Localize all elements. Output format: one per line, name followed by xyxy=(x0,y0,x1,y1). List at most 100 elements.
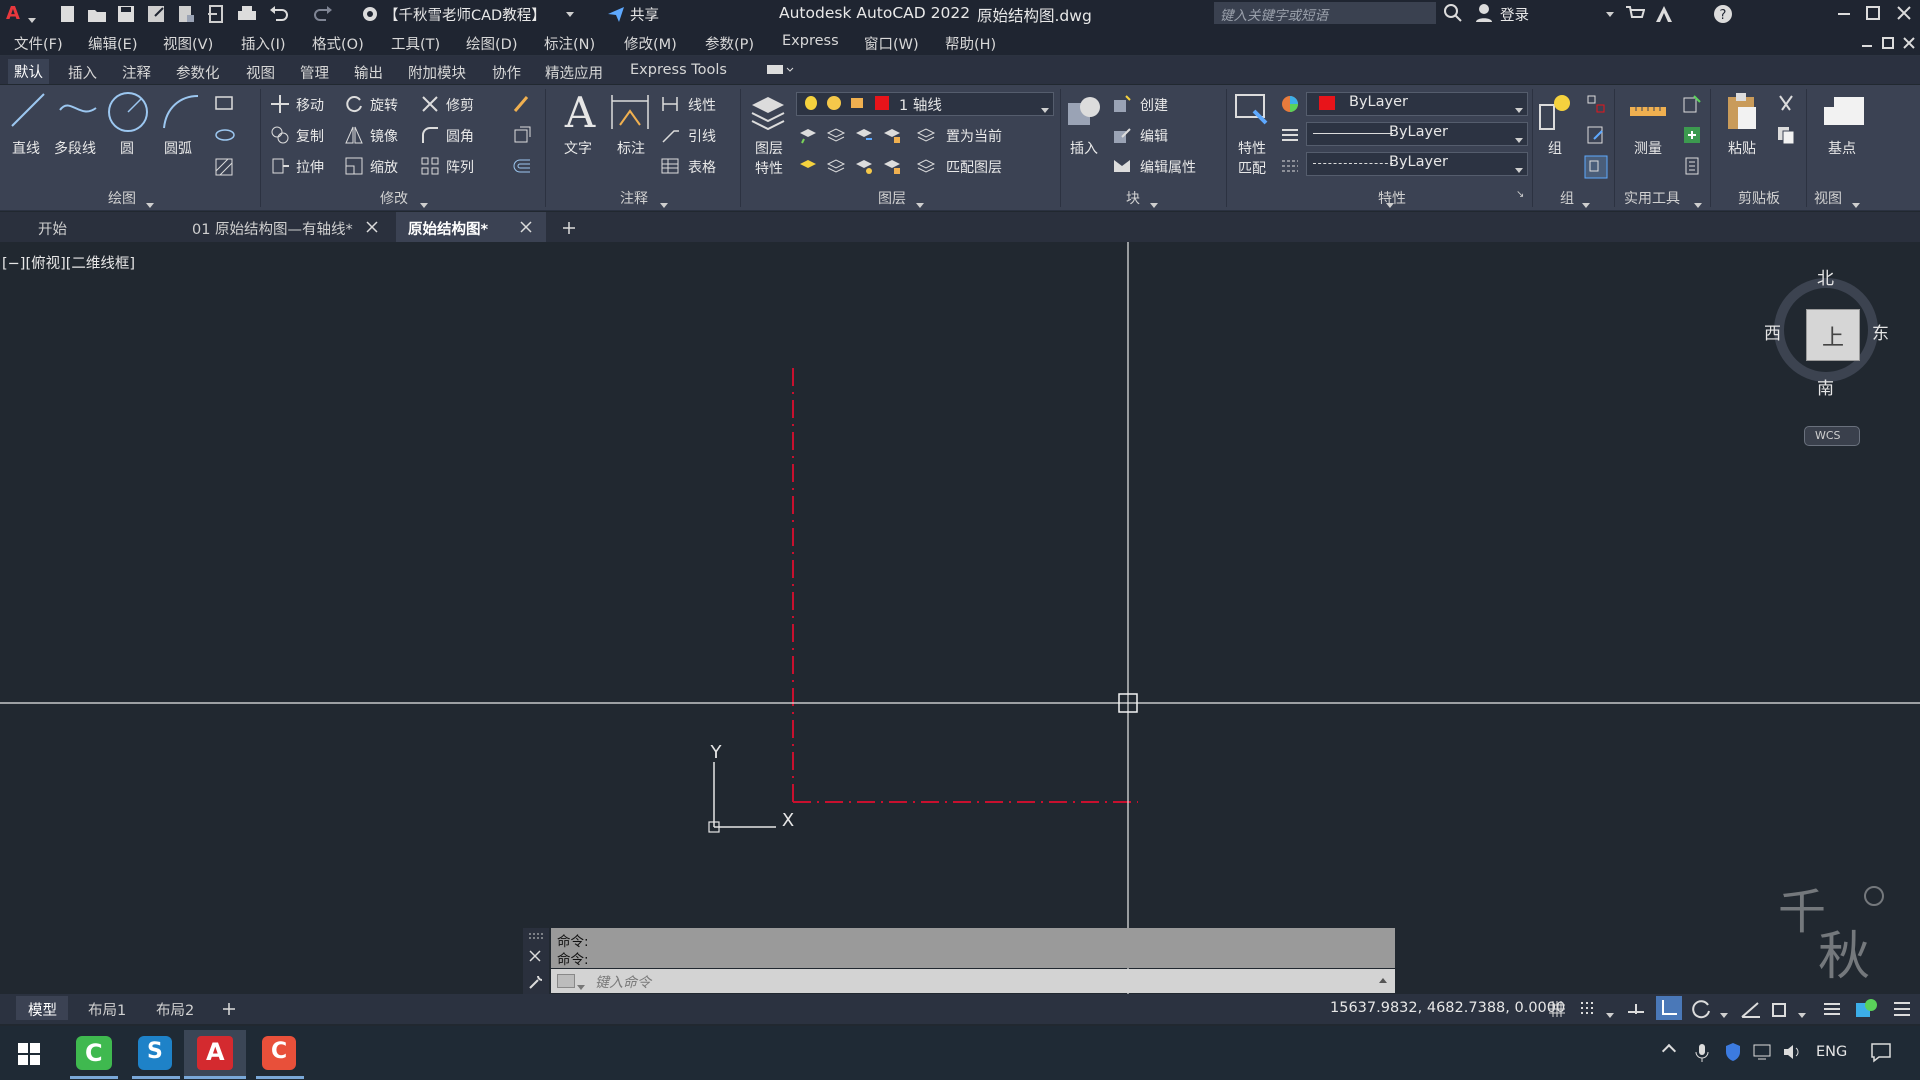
insert-button[interactable]: 插入 xyxy=(1070,138,1098,158)
doc-close-icon[interactable] xyxy=(1902,36,1916,50)
publish-icon[interactable] xyxy=(176,4,196,24)
ribbon-tab-featured-apps[interactable]: 精选应用 xyxy=(545,62,603,83)
export-icon[interactable] xyxy=(206,4,226,24)
stretch-icon[interactable] xyxy=(270,156,290,176)
polar-tracking-dropdown-icon[interactable] xyxy=(1720,1006,1728,1022)
draw-panel-title[interactable]: 绘图 xyxy=(108,188,136,208)
mirror-icon[interactable] xyxy=(344,125,364,145)
autocad-logo-icon[interactable]: A xyxy=(6,3,20,24)
layer-properties-button[interactable]: 图层 xyxy=(755,138,783,158)
layer-tool-icon-2[interactable] xyxy=(826,125,846,145)
array-icon[interactable] xyxy=(420,156,440,176)
menu-format[interactable]: 格式(O) xyxy=(312,33,364,54)
new-file-icon[interactable] xyxy=(58,4,78,24)
tab-start[interactable]: 开始 xyxy=(18,212,178,242)
match-properties-label-2[interactable]: 匹配 xyxy=(1238,158,1266,178)
block-panel-title[interactable]: 块 xyxy=(1126,188,1140,208)
table-icon[interactable] xyxy=(660,156,680,176)
command-history-up-icon[interactable] xyxy=(1379,978,1387,983)
paste-button[interactable]: 粘贴 xyxy=(1728,138,1756,158)
scale-button[interactable]: 缩放 xyxy=(370,157,398,177)
layers-panel-expand-icon[interactable] xyxy=(916,196,924,212)
linear-dimension-icon[interactable] xyxy=(660,94,680,114)
plot-icon[interactable] xyxy=(236,4,258,24)
leader-icon[interactable] xyxy=(660,125,680,145)
menu-modify[interactable]: 修改(M) xyxy=(624,33,677,54)
color-dropdown[interactable]: ByLayer xyxy=(1306,92,1528,116)
cart-icon[interactable] xyxy=(1625,4,1645,24)
layout-tab-model[interactable]: 模型 xyxy=(16,996,68,1020)
layout-tab-layout2[interactable]: 布局2 xyxy=(156,999,194,1020)
command-recent-chevron-icon[interactable] xyxy=(577,978,585,994)
match-properties-icon[interactable] xyxy=(1232,91,1272,131)
layers-panel-title[interactable]: 图层 xyxy=(878,188,906,208)
viewcube-top-face[interactable]: 上 xyxy=(1806,309,1860,361)
table-button[interactable]: 表格 xyxy=(688,157,716,177)
viewcube-south[interactable]: 南 xyxy=(1817,374,1834,399)
group-select-icon[interactable] xyxy=(1584,155,1608,179)
ribbon-tab-view[interactable]: 视图 xyxy=(246,62,275,83)
infer-constraints-icon[interactable] xyxy=(1626,1000,1646,1018)
polar-tracking-icon[interactable] xyxy=(1690,999,1712,1019)
command-customize-wrench-icon[interactable] xyxy=(528,974,544,990)
camtasia-app-icon[interactable]: C xyxy=(76,1036,112,1070)
wcs-dropdown[interactable]: WCS xyxy=(1804,426,1860,446)
edit-button[interactable]: 编辑 xyxy=(1140,126,1168,146)
open-folder-icon[interactable] xyxy=(86,4,108,24)
trim-icon[interactable] xyxy=(420,94,440,114)
minimize-window-icon[interactable] xyxy=(1838,13,1850,15)
drawing-canvas[interactable]: [−][俯视][二维线框] Y X 北 南 西 东 上 WCS 命令: 命令: … xyxy=(0,242,1920,994)
move-icon[interactable] xyxy=(270,94,290,114)
isometric-drafting-icon[interactable] xyxy=(1740,999,1762,1019)
block-panel-expand-icon[interactable] xyxy=(1150,196,1158,212)
command-recent-icon[interactable] xyxy=(557,974,575,988)
color-dropdown-chevron-icon[interactable] xyxy=(1515,101,1523,117)
menu-window[interactable]: 窗口(W) xyxy=(864,33,919,54)
close-tab-icon[interactable] xyxy=(520,221,532,233)
scale-icon[interactable] xyxy=(344,156,364,176)
ribbon-tab-manage[interactable]: 管理 xyxy=(300,62,329,83)
autodesk-app-icon[interactable] xyxy=(1654,4,1674,24)
ribbon-tab-insert[interactable]: 插入 xyxy=(68,62,97,83)
new-tab-plus-icon[interactable] xyxy=(562,221,576,235)
linetype-icon[interactable] xyxy=(1280,156,1300,176)
make-current-button[interactable]: 置为当前 xyxy=(946,126,1002,146)
match-properties-button[interactable]: 特性 xyxy=(1238,138,1266,158)
make-current-icon[interactable] xyxy=(916,125,936,145)
cut-icon[interactable] xyxy=(1776,94,1796,114)
menu-tools[interactable]: 工具(T) xyxy=(391,33,440,54)
fillet-button[interactable]: 圆角 xyxy=(446,126,474,146)
properties-dialog-launcher-icon[interactable]: ↘ xyxy=(1516,189,1524,200)
grid-display-icon[interactable] xyxy=(1548,1000,1566,1018)
modify-panel-expand-icon[interactable] xyxy=(420,196,428,212)
lineweight-dropdown[interactable]: ByLayer xyxy=(1306,122,1528,146)
layer-unlock-icon[interactable] xyxy=(851,98,863,108)
color-wheel-icon[interactable] xyxy=(1280,94,1300,114)
copy-icon[interactable] xyxy=(270,125,290,145)
view-panel-title[interactable]: 视图 xyxy=(1814,188,1842,208)
ribbon-tab-addins[interactable]: 附加模块 xyxy=(408,62,466,83)
viewcube[interactable]: 北 南 西 东 上 xyxy=(1764,269,1894,399)
polyline-button[interactable]: 多段线 xyxy=(54,138,96,158)
create-button[interactable]: 创建 xyxy=(1140,95,1168,115)
layer-tool-icon-1[interactable] xyxy=(798,125,818,145)
command-close-icon[interactable] xyxy=(529,950,541,962)
workspace-name[interactable]: 【千秋雪老师CAD教程】 xyxy=(384,4,546,25)
login-button[interactable]: 登录 xyxy=(1500,4,1529,25)
circle-icon[interactable] xyxy=(106,90,150,134)
erase-icon[interactable] xyxy=(512,94,532,114)
base-view-icon[interactable] xyxy=(1822,95,1866,129)
undo-icon[interactable] xyxy=(268,4,290,24)
text-icon[interactable]: A xyxy=(560,89,600,133)
line-button[interactable]: 直线 xyxy=(12,138,40,158)
viewcube-north[interactable]: 北 xyxy=(1817,264,1834,289)
viewcube-west[interactable]: 西 xyxy=(1764,319,1781,344)
layer-tool-icon-8[interactable] xyxy=(882,156,902,176)
circle-button[interactable]: 圆 xyxy=(120,138,134,158)
sketchup-app-icon[interactable]: S xyxy=(138,1036,172,1070)
utilities-panel-expand-icon[interactable] xyxy=(1694,196,1702,212)
layer-tool-icon-6[interactable] xyxy=(826,156,846,176)
snap-mode-icon[interactable] xyxy=(1578,1000,1596,1018)
tab-drawing-with-axis[interactable]: 01 原始结构图—有轴线* xyxy=(182,212,392,242)
edit-block-icon[interactable] xyxy=(1112,125,1132,145)
